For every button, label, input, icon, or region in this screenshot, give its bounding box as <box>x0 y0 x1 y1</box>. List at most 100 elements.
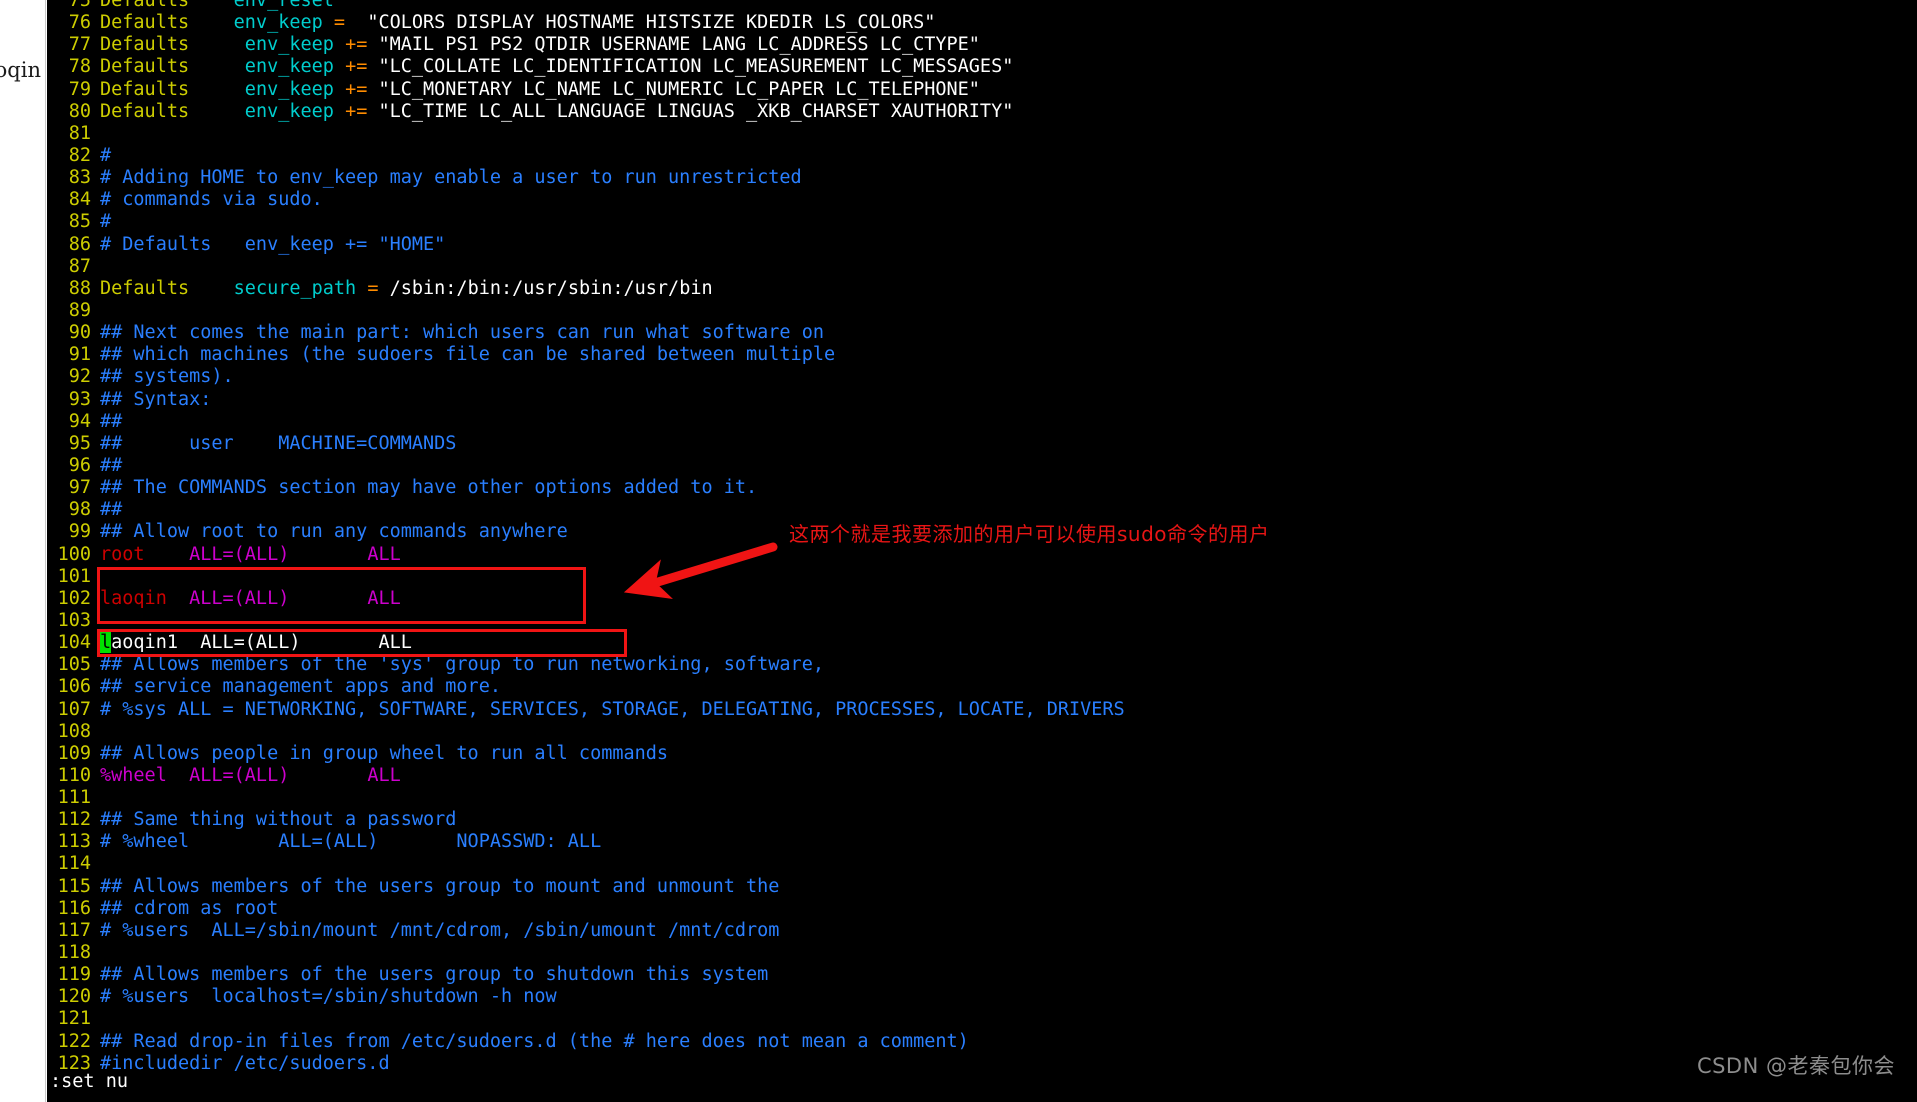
code-line[interactable]: 108 <box>47 721 1917 743</box>
line-number: 114 <box>57 853 91 875</box>
line-number: 101 <box>57 565 91 587</box>
line-number: 99 <box>68 521 91 543</box>
line-text: ## systems). <box>100 366 234 387</box>
code-line[interactable]: 98 ## <box>47 499 1917 521</box>
left-page-strip: aoqin <box>0 0 46 1102</box>
line-number: 121 <box>57 1008 91 1030</box>
code-line[interactable]: 95 ## user MACHINE=COMMANDS <box>47 433 1917 455</box>
line-number: 110 <box>57 764 91 786</box>
code-line[interactable]: 79 Defaults env_keep += "LC_MONETARY LC_N… <box>47 79 1917 101</box>
code-line[interactable]: 96 ## <box>47 455 1917 477</box>
line-number: 122 <box>57 1030 91 1052</box>
code-line[interactable]: 106 ## service management apps and more. <box>47 676 1917 698</box>
code-line[interactable]: 76 Defaults env_keep = "COLORS DISPLAY HO… <box>47 12 1917 34</box>
screenshot-canvas: aoqin 75 Defaults env_reset 76 Defaults env… <box>0 0 1917 1102</box>
code-token: env_keep <box>222 100 346 122</box>
code-line[interactable]: 91 ## which machines (the sudoers file ca… <box>47 344 1917 366</box>
code-line[interactable]: 92 ## systems). <box>47 366 1917 388</box>
code-token: # <box>100 144 112 166</box>
code-line[interactable]: 116 ## cdrom as root <box>47 898 1917 920</box>
line-text: laoqin ALL=(ALL) ALL <box>100 588 401 609</box>
code-token: env_keep <box>222 78 346 100</box>
terminal-window[interactable]: 75 Defaults env_reset 76 Defaults env_keep … <box>47 0 1917 1102</box>
code-token: Defaults <box>100 34 223 56</box>
code-line[interactable]: 99 ## Allow root to run any commands anyw… <box>47 521 1917 543</box>
code-token: += <box>345 34 368 56</box>
code-token: aoqin1 ALL=(ALL) ALL <box>111 632 412 654</box>
code-line[interactable]: 81 <box>47 123 1917 145</box>
code-line[interactable]: 115 ## Allows members of the users group … <box>47 876 1917 898</box>
code-token: += <box>345 78 368 100</box>
line-text: Defaults env_keep = "COLORS DISPLAY HOST… <box>100 12 935 33</box>
code-token: %wheel <box>100 764 167 786</box>
line-number: 80 <box>68 100 91 122</box>
line-text: ## service management apps and more. <box>100 676 501 697</box>
line-number: 108 <box>57 720 91 742</box>
code-token: Defaults <box>100 0 234 11</box>
code-line[interactable]: 77 Defaults env_keep += "MAIL PS1 PS2 QTD… <box>47 34 1917 56</box>
code-line[interactable]: 111 <box>47 787 1917 809</box>
code-line[interactable]: 119 ## Allows members of the users group … <box>47 964 1917 986</box>
code-line[interactable]: 93 ## Syntax: <box>47 389 1917 411</box>
line-number: 76 <box>68 12 91 34</box>
code-line[interactable]: 94 ## <box>47 411 1917 433</box>
code-line[interactable]: 118 <box>47 942 1917 964</box>
code-line[interactable]: 122 ## Read drop-in files from /etc/sudoe… <box>47 1031 1917 1053</box>
code-line[interactable]: 80 Defaults env_keep += "LC_TIME LC_ALL L… <box>47 101 1917 123</box>
code-line[interactable]: 90 ## Next comes the main part: which use… <box>47 322 1917 344</box>
line-number: 89 <box>68 299 91 321</box>
code-line[interactable]: 104 laoqin1 ALL=(ALL) ALL <box>47 632 1917 654</box>
code-token: "LC_COLLATE LC_IDENTIFICATION LC_MEASURE… <box>367 56 1014 78</box>
code-line[interactable]: 114 <box>47 853 1917 875</box>
line-number: 82 <box>68 144 91 166</box>
line-number: 117 <box>57 919 91 941</box>
line-number: 104 <box>57 632 91 654</box>
code-line[interactable]: 101 <box>47 566 1917 588</box>
code-line[interactable]: 86 # Defaults env_keep += "HOME" <box>47 234 1917 256</box>
code-token: ALL=(ALL) ALL <box>189 764 401 786</box>
code-token: "COLORS DISPLAY HOSTNAME HISTSIZE KDEDIR… <box>356 12 936 34</box>
code-line[interactable]: 103 <box>47 610 1917 632</box>
vim-command-line[interactable]: :set nu <box>47 1070 1917 1094</box>
code-line[interactable]: 83 # Adding HOME to env_keep may enable a… <box>47 167 1917 189</box>
line-number: 106 <box>57 676 91 698</box>
code-line[interactable]: 107 # %sys ALL = NETWORKING, SOFTWARE, SE… <box>47 699 1917 721</box>
code-line[interactable]: 113 # %wheel ALL=(ALL) NOPASSWD: ALL <box>47 831 1917 853</box>
code-line[interactable]: 109 ## Allows people in group wheel to ru… <box>47 743 1917 765</box>
code-line[interactable]: 82 # <box>47 145 1917 167</box>
code-line[interactable]: 89 <box>47 300 1917 322</box>
vim-buffer[interactable]: 75 Defaults env_reset 76 Defaults env_keep … <box>47 0 1917 1075</box>
code-token: env_keep <box>222 34 346 56</box>
code-line[interactable]: 100 root ALL=(ALL) ALL <box>47 544 1917 566</box>
code-line[interactable]: 87 <box>47 256 1917 278</box>
code-token: ## Read drop-in files from /etc/sudoers.… <box>100 1030 969 1052</box>
line-text: ## <box>100 411 122 432</box>
code-token: Defaults <box>100 277 223 299</box>
code-token: env_keep <box>222 56 346 78</box>
line-number: 97 <box>68 477 91 499</box>
line-number: 116 <box>57 897 91 919</box>
line-number: 78 <box>68 56 91 78</box>
code-line[interactable]: 112 ## Same thing without a password <box>47 809 1917 831</box>
code-token: ## <box>100 499 123 521</box>
line-text: Defaults env_keep += "LC_MONETARY LC_NAM… <box>100 79 980 100</box>
line-number: 75 <box>68 0 91 11</box>
code-line[interactable]: 85 # <box>47 211 1917 233</box>
code-token: # %users ALL=/sbin/mount /mnt/cdrom, /sb… <box>100 919 780 941</box>
code-line[interactable]: 84 # commands via sudo. <box>47 189 1917 211</box>
line-number: 85 <box>68 211 91 233</box>
cursor-block: l <box>100 632 112 654</box>
code-line[interactable]: 110 %wheel ALL=(ALL) ALL <box>47 765 1917 787</box>
code-line[interactable]: 75 Defaults env_reset <box>47 0 1917 12</box>
code-token: Defaults <box>100 56 223 78</box>
code-line[interactable]: 105 ## Allows members of the 'sys' group … <box>47 654 1917 676</box>
code-line[interactable]: 117 # %users ALL=/sbin/mount /mnt/cdrom, … <box>47 920 1917 942</box>
code-token: = <box>333 12 357 34</box>
code-line[interactable]: 88 Defaults secure_path = /sbin:/bin:/usr… <box>47 278 1917 300</box>
code-line[interactable]: 121 <box>47 1008 1917 1030</box>
code-line[interactable]: 97 ## The COMMANDS section may have other… <box>47 477 1917 499</box>
code-line[interactable]: 120 # %users localhost=/sbin/shutdown -h … <box>47 986 1917 1008</box>
code-line[interactable]: 78 Defaults env_keep += "LC_COLLATE LC_ID… <box>47 56 1917 78</box>
code-line[interactable]: 102 laoqin ALL=(ALL) ALL <box>47 588 1917 610</box>
code-token: laoqin <box>100 587 167 609</box>
